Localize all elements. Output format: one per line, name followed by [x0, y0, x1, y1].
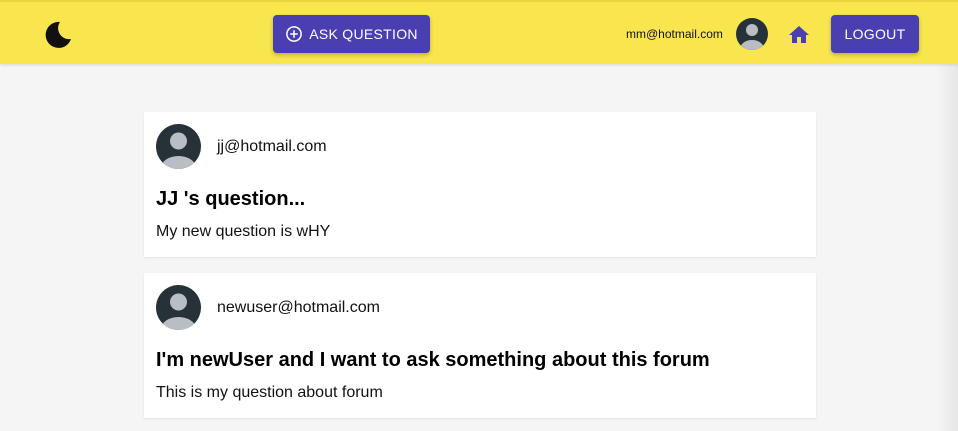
question-body: My new question is wHY	[156, 223, 331, 240]
logout-label: LOGOUT	[844, 26, 906, 42]
user-avatar-icon	[156, 285, 201, 330]
ask-question-label: ASK QUESTION	[309, 26, 418, 42]
question-card[interactable]: newuser@hotmail.com I'm newUser and I wa…	[144, 273, 816, 418]
question-author: newuser@hotmail.com	[217, 299, 380, 316]
top-app-bar: ASK QUESTION mm@hotmail.com LOGOUT	[0, 0, 958, 64]
question-body: This is my question about forum	[156, 384, 383, 401]
question-card[interactable]: jj@hotmail.com JJ 's question... My new …	[144, 112, 816, 257]
ask-question-button[interactable]: ASK QUESTION	[273, 15, 430, 53]
user-avatar-icon[interactable]	[736, 18, 768, 50]
moon-icon[interactable]	[42, 19, 74, 51]
question-author: jj@hotmail.com	[217, 138, 327, 155]
logout-button[interactable]: LOGOUT	[831, 15, 919, 53]
add-circle-icon	[286, 26, 303, 42]
user-avatar-icon	[156, 124, 201, 169]
current-user-email: mm@hotmail.com	[626, 27, 723, 41]
scroll-shadow	[936, 64, 958, 431]
question-title: JJ 's question...	[156, 188, 306, 210]
question-title: I'm newUser and I want to ask something …	[156, 349, 710, 371]
home-icon[interactable]	[787, 23, 811, 47]
